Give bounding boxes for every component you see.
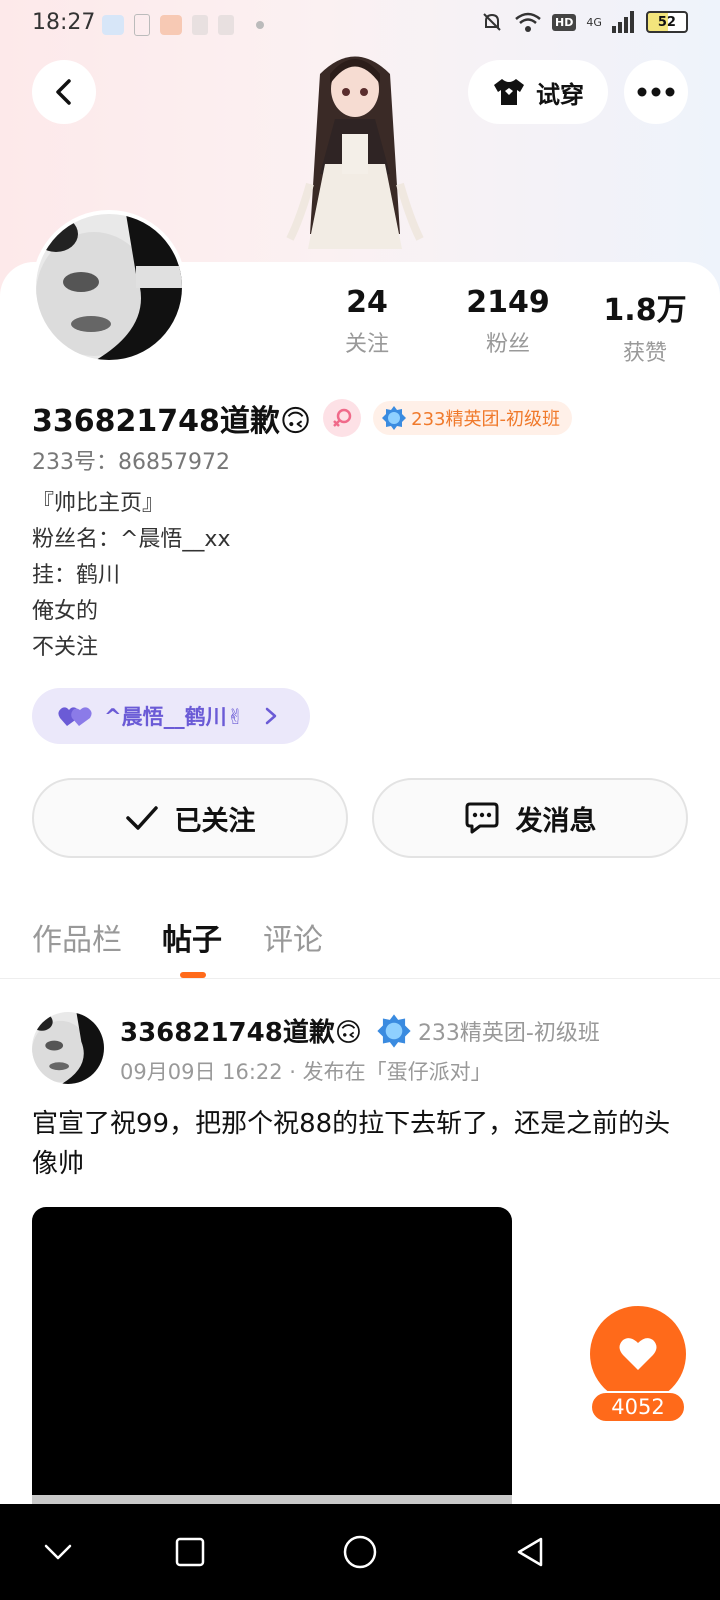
bio-line: 俺女的 [32, 599, 99, 624]
avatar-image [36, 214, 182, 360]
notification-icons [102, 14, 264, 36]
more-dots-icon [637, 87, 675, 97]
stat-following[interactable]: 24 关注 [322, 285, 412, 358]
avatar[interactable] [32, 210, 186, 364]
tab-posts[interactable]: 帖子 [162, 915, 222, 959]
send-message-label: 发消息 [515, 805, 597, 837]
nav-home-button[interactable] [336, 1528, 384, 1576]
check-icon [125, 806, 158, 830]
stat-label: 获赞 [622, 341, 667, 366]
tab-works[interactable]: 作品栏 [32, 915, 122, 959]
bio-line: 粉丝名：^晨悟__xx [32, 527, 231, 552]
post-author-badge: 233精英团-初级班 [417, 1020, 600, 1046]
like-count: 4052 [590, 1391, 686, 1423]
system-nav-bar [0, 1504, 720, 1600]
stat-value: 24 [346, 285, 388, 320]
bio-line: 不关注 [32, 635, 99, 660]
chevron-down-icon [44, 1544, 72, 1560]
chat-bubble-icon [465, 802, 498, 834]
system-status-icons: HD 4G 52 [480, 10, 688, 34]
battery-saver-icon [134, 14, 150, 36]
bell-muted-icon [483, 13, 501, 31]
try-on-label: 试穿 [536, 80, 584, 109]
followed-label: 已关注 [174, 805, 256, 837]
status-time: 18:27 [32, 10, 96, 35]
wifi-icon [515, 12, 541, 32]
post-meta: 09月09日 16:22 · 发布在「蛋仔派对」 [120, 1060, 492, 1084]
like-button[interactable] [590, 1306, 686, 1402]
followed-button[interactable]: 已关注 [32, 778, 348, 858]
square-icon [175, 1537, 205, 1567]
bio: 『帅比主页』 粉丝名：^晨悟__xx 挂：鹤川 俺女的 不关注 [32, 486, 230, 666]
chevron-left-icon [56, 79, 71, 105]
qr-notification-icon [192, 15, 208, 35]
try-on-button[interactable]: 试穿 [468, 60, 608, 124]
hd-indicator: HD [552, 13, 577, 31]
stat-label: 粉丝 [485, 332, 530, 357]
heart-icon [619, 1338, 657, 1370]
stat-label: 关注 [344, 332, 389, 357]
post-author-avatar[interactable] [32, 1012, 104, 1084]
stat-value: 2149 [466, 285, 550, 320]
nav-back-button[interactable] [506, 1528, 554, 1576]
badge-label: 233精英团-初级班 [411, 409, 560, 430]
back-button[interactable] [32, 60, 96, 124]
post-author-row: 336821748道歉🙃 233精英团-初级班 [120, 1012, 600, 1049]
profile-name: 336821748道歉🙃 [32, 404, 312, 439]
chevron-right-icon [265, 707, 277, 725]
app-notification-icon [160, 15, 182, 35]
status-bar: 18:27 HD 4G 52 [0, 0, 720, 48]
post-image[interactable] [32, 1207, 512, 1507]
battery-icon: 52 [645, 11, 688, 33]
cp-label: ^晨悟__鹤川✌ [104, 705, 245, 729]
more-notifications-dot [256, 21, 264, 29]
signal-icon [611, 11, 634, 33]
bio-line: 挂：鹤川 [32, 563, 121, 588]
stat-fans[interactable]: 2149 粉丝 [448, 285, 568, 358]
nav-recents-button[interactable] [166, 1528, 214, 1576]
tab-comments[interactable]: 评论 [263, 915, 323, 959]
network-indicator: 4G [586, 15, 602, 29]
avatar-image [32, 1012, 104, 1084]
tabs-divider [0, 978, 720, 979]
qr-notification-icon [218, 15, 234, 35]
send-message-button[interactable]: 发消息 [372, 778, 688, 858]
shirt-icon [494, 79, 524, 105]
stat-likes[interactable]: 1.8万 获赞 [590, 285, 700, 367]
weather-icon [102, 15, 124, 35]
cp-relation-pill[interactable]: ^晨悟__鹤川✌ [32, 688, 310, 744]
female-symbol-icon [323, 399, 362, 437]
more-options-button[interactable] [624, 60, 688, 124]
circle-icon [343, 1535, 377, 1569]
badge-medal-icon [377, 1013, 411, 1048]
avatar-character-figure [286, 56, 424, 249]
double-heart-icon [58, 707, 92, 726]
stat-value: 1.8万 [603, 293, 687, 328]
nav-collapse-button[interactable] [34, 1528, 82, 1576]
bio-line: 『帅比主页』 [32, 491, 165, 516]
post-text: 官宣了祝99，把那个祝88的拉下去斩了，还是之前的头像帅 [32, 1109, 671, 1179]
name-row: 336821748道歉🙃 233精英团-初级班 [32, 396, 572, 440]
post-author-name[interactable]: 336821748道歉🙃 [120, 1012, 362, 1049]
badge-medal-icon [382, 406, 407, 430]
user-id: 233号：86857972 [32, 450, 230, 475]
triangle-back-icon [517, 1537, 543, 1567]
elite-badge[interactable]: 233精英团-初级班 [373, 401, 572, 435]
